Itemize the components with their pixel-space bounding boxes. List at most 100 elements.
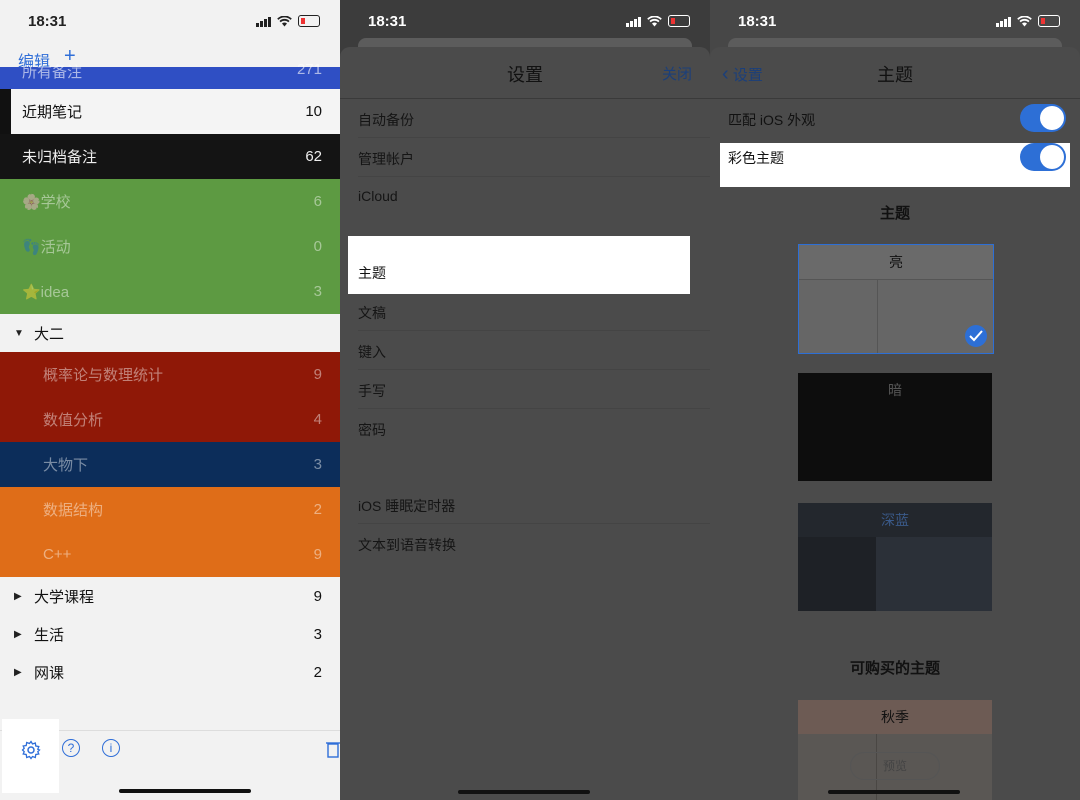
purchasable-section-header: 可购买的主题: [849, 660, 940, 677]
settings-item-handwriting[interactable]: 手写: [340, 370, 710, 409]
match-ios-row: 匹配 iOS 外观: [710, 99, 1080, 139]
settings-item-password[interactable]: 密码: [340, 409, 710, 448]
theme-panel: 18:31 ‹ 设置 主题 匹配 iOS 外观 彩色主题 主题 亮 暗 深蓝 可…: [710, 0, 1080, 800]
item-count: 10: [305, 103, 322, 120]
item-label: 所有备注: [22, 64, 83, 81]
list-item[interactable]: 近期笔记 10: [0, 89, 340, 134]
settings-item-manage-accounts[interactable]: 管理帐户: [340, 138, 710, 177]
collapsed-triangle-icon[interactable]: ▶: [14, 629, 22, 640]
trash-icon[interactable]: [326, 740, 340, 758]
folder-row[interactable]: ▶ 生活 3: [0, 615, 340, 653]
list-item[interactable]: 大物下 3: [0, 442, 340, 487]
item-count: 62: [305, 148, 322, 165]
home-indicator: [458, 790, 590, 794]
checkmark-icon: [965, 325, 987, 347]
settings-item-theme[interactable]: 主题: [348, 236, 690, 294]
item-label: 数值分析: [43, 412, 104, 429]
settings-sheet: 设置 关闭 自动备份 管理帐户 iCloud 主题 文稿 键入 手写 密码 iO…: [340, 47, 710, 800]
item-label: 👣活动: [22, 239, 71, 256]
status-time: 18:31: [28, 13, 67, 30]
status-time: 18:31: [738, 13, 777, 30]
notebook-list: 所有备注 271 近期笔记 10 未归档备注 62 🌸学校 6 👣活动 0 ⭐i…: [0, 61, 340, 691]
battery-icon: [298, 15, 320, 27]
page-title: 主题: [877, 65, 913, 85]
themes-section-header: 主题: [879, 205, 910, 222]
theme-light-card[interactable]: 亮: [798, 244, 994, 354]
status-bar: 18:31: [0, 0, 340, 44]
theme-name: 亮: [799, 245, 993, 280]
folder-row-expanded[interactable]: ▼ 大二: [0, 314, 340, 352]
item-label: 概率论与数理统计: [43, 367, 164, 384]
list-item[interactable]: 所有备注 271: [0, 61, 340, 89]
notes-list-panel: 18:31 编辑 + 所有备注 271 近期笔记 10 未归档备注 62 🌸学校…: [0, 0, 340, 800]
item-label: 近期笔记: [22, 104, 83, 121]
folder-row[interactable]: ▶ 大学课程 9: [0, 577, 340, 615]
item-count: 2: [313, 663, 322, 681]
list-item[interactable]: 数据结构 2: [0, 487, 340, 532]
list-item[interactable]: 🌸学校 6: [0, 179, 340, 224]
item-count: 6: [313, 193, 322, 210]
battery-icon: [1038, 15, 1060, 27]
theme-deepblue-card[interactable]: 深蓝: [798, 503, 992, 611]
collapsed-triangle-icon[interactable]: ▶: [14, 591, 22, 602]
item-label: ⭐idea: [22, 283, 70, 301]
match-ios-toggle[interactable]: [1020, 104, 1066, 132]
settings-item-auto-backup[interactable]: 自动备份: [340, 99, 710, 138]
item-count: 3: [313, 283, 322, 300]
color-theme-toggle[interactable]: [1020, 143, 1066, 171]
item-count: 4: [313, 411, 322, 428]
toggle-label: 彩色主题: [728, 150, 784, 166]
item-count: 3: [313, 625, 322, 643]
theme-name: 秋季: [798, 700, 992, 734]
item-label: 生活: [34, 626, 65, 644]
theme-dark-card[interactable]: 暗: [798, 373, 992, 481]
item-label: 大学课程: [34, 588, 95, 606]
item-count: 2: [313, 501, 322, 518]
collapsed-triangle-icon[interactable]: ▶: [14, 667, 22, 678]
list-item[interactable]: 数值分析 4: [0, 397, 340, 442]
preview-button[interactable]: 预览: [850, 752, 940, 780]
list-item[interactable]: ⭐idea 3: [0, 269, 340, 314]
theme-autumn-card[interactable]: 秋季 预览: [798, 700, 992, 800]
wifi-icon: [647, 15, 662, 26]
item-label: 数据结构: [43, 502, 104, 519]
item-label: 网课: [34, 664, 65, 682]
page-title: 设置: [507, 65, 543, 85]
status-time: 18:31: [368, 13, 407, 30]
wifi-icon: [277, 15, 292, 26]
item-label: 大物下: [43, 457, 89, 474]
item-count: 9: [313, 546, 322, 563]
gear-icon[interactable]: [21, 740, 41, 760]
close-button[interactable]: 关闭: [662, 63, 692, 84]
signal-icon: [256, 16, 271, 27]
folder-row[interactable]: ▶ 网课 2: [0, 653, 340, 691]
signal-icon: [996, 16, 1011, 27]
info-icon[interactable]: i: [102, 739, 120, 757]
settings-item-documents[interactable]: 文稿: [340, 292, 710, 331]
item-count: 9: [313, 587, 322, 605]
item-label: 大二: [34, 325, 65, 343]
theme-name: 暗: [888, 382, 902, 398]
theme-sheet: ‹ 设置 主题 匹配 iOS 外观 彩色主题 主题 亮 暗 深蓝 可购买的主题 …: [710, 47, 1080, 800]
home-indicator: [119, 789, 251, 793]
settings-item-text-to-speech[interactable]: 文本到语音转换: [340, 524, 710, 563]
item-count: 3: [313, 456, 322, 473]
list-item[interactable]: 👣活动 0: [0, 224, 340, 269]
item-label: 未归档备注: [22, 149, 98, 166]
list-item[interactable]: 未归档备注 62: [0, 134, 340, 179]
item-count: 271: [296, 61, 322, 78]
item-label: C++: [43, 546, 72, 563]
settings-item-icloud[interactable]: iCloud: [340, 177, 710, 216]
bottom-toolbar: ? i: [0, 719, 340, 800]
settings-item-sleep-timer[interactable]: iOS 睡眠定时器: [340, 485, 710, 524]
expanded-triangle-icon[interactable]: ▼: [14, 328, 24, 339]
theme-name: 深蓝: [798, 503, 992, 537]
item-count: 9: [313, 366, 322, 383]
help-icon[interactable]: ?: [62, 739, 80, 757]
settings-panel: 18:31 设置 关闭 自动备份 管理帐户 iCloud 主题 文稿 键入 手写…: [340, 0, 710, 800]
item-count: 0: [313, 238, 322, 255]
color-theme-row: 彩色主题: [720, 143, 1070, 187]
list-item[interactable]: 概率论与数理统计 9: [0, 352, 340, 397]
list-item[interactable]: C++ 9: [0, 532, 340, 577]
settings-item-typing[interactable]: 键入: [340, 331, 710, 370]
